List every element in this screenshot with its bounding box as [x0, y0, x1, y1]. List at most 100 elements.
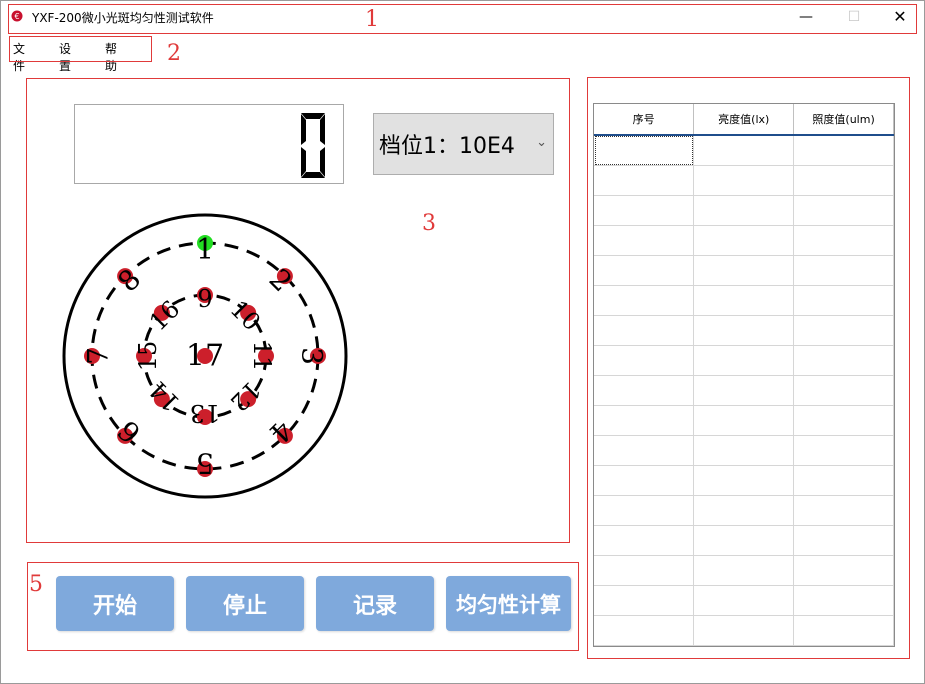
table-cell[interactable]	[693, 525, 795, 556]
table-cell[interactable]	[594, 585, 695, 616]
measure-point-label-11: 11	[248, 341, 276, 372]
measure-point-label-4: 4	[263, 414, 299, 450]
table-row[interactable]	[594, 615, 894, 646]
table-row[interactable]	[594, 345, 894, 376]
table-row[interactable]	[594, 225, 894, 256]
column-header-index[interactable]: 序号	[594, 104, 695, 136]
table-cell[interactable]	[793, 555, 894, 586]
table-cell[interactable]	[594, 225, 695, 256]
table-cell[interactable]	[693, 615, 795, 646]
table-cell[interactable]	[793, 435, 894, 466]
table-cell[interactable]	[594, 615, 695, 646]
table-cell[interactable]	[693, 495, 795, 526]
table-cell[interactable]	[793, 165, 894, 196]
table-cell[interactable]	[594, 135, 695, 166]
measure-point-label-3: 3	[296, 347, 329, 365]
table-row[interactable]	[594, 315, 894, 346]
table-cell[interactable]	[594, 555, 695, 586]
table-row[interactable]	[594, 135, 894, 166]
table-row[interactable]	[594, 285, 894, 316]
table-row[interactable]	[594, 165, 894, 196]
annotation-box-1	[8, 4, 917, 34]
table-cell[interactable]	[793, 465, 894, 496]
table-row[interactable]	[594, 375, 894, 406]
measure-point-label-5: 5	[196, 447, 214, 480]
table-cell[interactable]	[693, 285, 795, 316]
table-cell[interactable]	[594, 495, 695, 526]
table-cell[interactable]	[594, 465, 695, 496]
table-cell[interactable]	[793, 315, 894, 346]
table-cell[interactable]	[793, 405, 894, 436]
table-cell[interactable]	[793, 195, 894, 226]
table-cell[interactable]	[594, 315, 695, 346]
record-button[interactable]: 记录	[316, 576, 434, 631]
table-cell[interactable]	[793, 585, 894, 616]
table-cell[interactable]	[594, 525, 695, 556]
table-cell[interactable]	[594, 255, 695, 286]
table-cell[interactable]	[594, 195, 695, 226]
table-cell[interactable]	[594, 285, 695, 316]
table-row[interactable]	[594, 585, 894, 616]
annotation-label-2: 2	[167, 41, 181, 66]
measure-point-label-2: 2	[263, 262, 299, 298]
table-cell[interactable]	[594, 405, 695, 436]
table-cell[interactable]	[693, 435, 795, 466]
table-row[interactable]	[594, 195, 894, 226]
table-cell[interactable]	[793, 345, 894, 376]
table-row[interactable]	[594, 435, 894, 466]
column-header-luminance[interactable]: 亮度值(lx)	[693, 104, 795, 136]
table-cell[interactable]	[793, 495, 894, 526]
table-row[interactable]	[594, 255, 894, 286]
data-table[interactable]: 序号 亮度值(lx) 照度值(ulm)	[593, 103, 895, 647]
seven-segment-digit	[301, 113, 325, 178]
measure-point-label-1: 1	[196, 233, 214, 266]
measure-point-label-13: 13	[190, 399, 221, 427]
table-cell[interactable]	[693, 195, 795, 226]
annotation-label-3: 3	[422, 211, 436, 236]
table-cell[interactable]	[693, 165, 795, 196]
measure-point-label-6: 6	[111, 414, 147, 450]
table-cell[interactable]	[793, 225, 894, 256]
stop-button[interactable]: 停止	[186, 576, 304, 631]
app-window: € YXF-200微小光斑均匀性测试软件 — ☐ ✕ 文件 设置 帮助 1 2 …	[0, 0, 925, 684]
table-cell[interactable]	[693, 375, 795, 406]
start-button[interactable]: 开始	[56, 576, 174, 631]
table-cell[interactable]	[594, 165, 695, 196]
table-row[interactable]	[594, 405, 894, 436]
table-cell[interactable]	[693, 345, 795, 376]
range-select-value: 档位1：10E4	[379, 134, 515, 159]
measure-point-label-17: 17	[186, 339, 224, 374]
chevron-down-icon: ⌄	[536, 135, 547, 150]
measure-point-label-7: 7	[82, 347, 115, 365]
table-cell[interactable]	[693, 135, 795, 166]
table-cell[interactable]	[594, 345, 695, 376]
table-cell[interactable]	[693, 465, 795, 496]
table-cell[interactable]	[793, 525, 894, 556]
reading-display: 0	[74, 104, 344, 184]
table-cell[interactable]	[693, 555, 795, 586]
table-cell[interactable]	[793, 615, 894, 646]
annotation-label-1: 1	[365, 7, 379, 32]
range-select[interactable]: 档位1：10E4 ⌄	[373, 113, 554, 175]
table-row[interactable]	[594, 525, 894, 556]
table-cell[interactable]	[693, 405, 795, 436]
table-cell[interactable]	[793, 285, 894, 316]
table-cell[interactable]	[693, 225, 795, 256]
column-header-illuminance[interactable]: 照度值(ulm)	[793, 104, 894, 136]
table-cell[interactable]	[793, 375, 894, 406]
table-row[interactable]	[594, 465, 894, 496]
table-cell[interactable]	[693, 255, 795, 286]
table-cell[interactable]	[693, 585, 795, 616]
measure-point-label-15: 15	[134, 341, 162, 372]
table-cell[interactable]	[793, 135, 894, 166]
table-cell[interactable]	[693, 315, 795, 346]
table-row[interactable]	[594, 555, 894, 586]
table-cell[interactable]	[793, 255, 894, 286]
table-row[interactable]	[594, 495, 894, 526]
table-cell[interactable]	[594, 375, 695, 406]
measure-point-label-8: 8	[111, 262, 147, 298]
measurement-point-diagram: 123456789 1011121314151617	[62, 213, 348, 499]
annotation-box-2	[9, 36, 152, 62]
table-cell[interactable]	[594, 435, 695, 466]
uniformity-calc-button[interactable]: 均匀性计算	[446, 576, 571, 631]
